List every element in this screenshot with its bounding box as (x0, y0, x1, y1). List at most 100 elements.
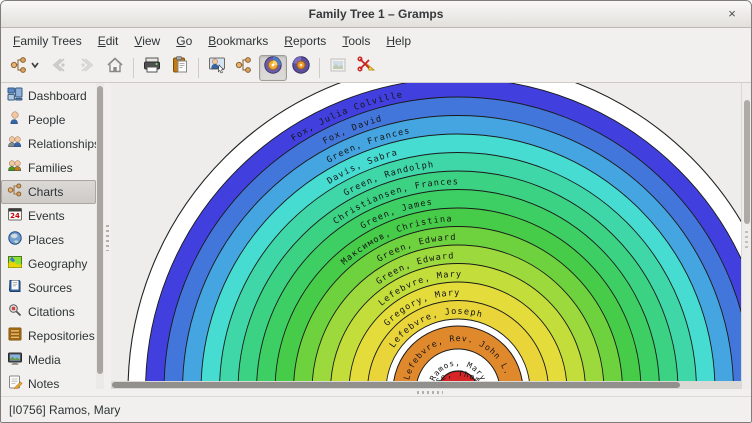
menu-family-trees[interactable]: Family Trees (5, 31, 90, 51)
main-body: Dashboard People Relationships Families Char… (1, 83, 751, 389)
vertical-scrollbar[interactable] (741, 83, 751, 389)
sidebar-item-label: Media (28, 353, 61, 367)
clipboard-button[interactable] (166, 55, 194, 81)
menu-bar: Family TreesEditViewGoBookmarksReportsTo… (1, 28, 751, 53)
sidebar-item-label: Repositories (28, 329, 95, 343)
svg-text:24: 24 (10, 212, 20, 220)
horizontal-scrollbar-thumb[interactable] (112, 382, 680, 388)
home-button[interactable] (101, 55, 129, 81)
sidebar-item-label: Places (28, 233, 64, 247)
notes-icon (7, 374, 23, 390)
right-splitter-grip-icon (745, 231, 748, 249)
families-icon (7, 158, 23, 179)
clipboard-icon (170, 55, 190, 80)
print-button[interactable] (138, 55, 166, 81)
sidebar-item-notes[interactable]: Notes (1, 372, 96, 389)
sidebar-item-families[interactable]: Families (1, 156, 96, 180)
sidebar-item-label: Notes (28, 377, 59, 389)
sidebar-item-label: Families (28, 161, 73, 175)
sidebar-item-label: Dashboard (28, 89, 87, 103)
sidebar-item-label: People (28, 113, 65, 127)
horizontal-scrollbar[interactable] (111, 381, 741, 389)
category-sidebar: Dashboard People Relationships Families Char… (1, 83, 96, 389)
back-button[interactable] (45, 55, 73, 81)
sources-icon (7, 278, 23, 299)
sidebar-item-dashboard[interactable]: Dashboard (1, 84, 96, 108)
image-button[interactable] (324, 55, 352, 81)
sidebar-item-label: Events (28, 209, 65, 223)
sidebar-item-sources[interactable]: Sources (1, 276, 96, 300)
sidebar-scrollbar-thumb[interactable] (97, 86, 103, 374)
status-bar: [I0756] Ramos, Mary (1, 396, 751, 422)
toolbar-separator (133, 58, 134, 78)
image-icon (328, 55, 348, 80)
sidebar-item-label: Relationships (28, 137, 96, 151)
sidebar-item-repositories[interactable]: Repositories (1, 324, 96, 348)
geography-icon (7, 254, 23, 275)
sidebar-item-label: Charts (28, 185, 63, 199)
scissors-icon (356, 55, 376, 80)
events-icon: 24 (7, 206, 23, 227)
person-view-icon (207, 55, 227, 80)
active-person-button[interactable] (203, 55, 231, 81)
vertical-scrollbar-thumb[interactable] (744, 100, 750, 224)
fan-chart-2way-view-button[interactable] (287, 55, 315, 81)
fan-chart-view[interactable]: Lefebvre, JosephGregory, MaryLefebvre, M… (111, 83, 741, 381)
sidebar-item-media[interactable]: Media (1, 348, 96, 372)
menu-go[interactable]: Go (168, 31, 200, 51)
forward-button[interactable] (73, 55, 101, 81)
gramps-window: Family Tree 1 – Gramps × Family TreesEdi… (0, 0, 752, 423)
media-icon (7, 350, 23, 371)
fan-chart-2-icon (291, 55, 311, 80)
family-tree-menu-button[interactable] (5, 55, 45, 81)
sidebar-scrollbar[interactable] (96, 83, 104, 389)
people-icon (7, 110, 23, 131)
pedigree-view-button[interactable] (231, 55, 259, 81)
relationships-icon (7, 134, 23, 155)
sidebar-item-charts[interactable]: Charts (1, 180, 96, 204)
sidebar-item-people[interactable]: People (1, 108, 96, 132)
toolbar (1, 53, 751, 83)
sidebar-item-label: Sources (28, 281, 72, 295)
sidebar-item-events[interactable]: 24 Events (1, 204, 96, 228)
printer-icon (142, 55, 162, 80)
citations-icon (7, 302, 23, 323)
dashboard-icon (7, 86, 23, 107)
bottom-pane-handle[interactable] (1, 389, 751, 396)
close-icon[interactable]: × (723, 5, 741, 23)
sidebar-item-relationships[interactable]: Relationships (1, 132, 96, 156)
menu-tools[interactable]: Tools (334, 31, 378, 51)
sidebar-item-label: Geography (28, 257, 87, 271)
gramps-tree-icon (10, 55, 30, 80)
menu-reports[interactable]: Reports (276, 31, 334, 51)
sidebar-item-citations[interactable]: Citations (1, 300, 96, 324)
fan-chart-icon (263, 55, 283, 80)
menu-view[interactable]: View (126, 31, 168, 51)
bottom-grip-icon (417, 391, 443, 394)
back-arrow-icon (49, 55, 69, 80)
menu-help[interactable]: Help (378, 31, 419, 51)
title-bar[interactable]: Family Tree 1 – Gramps × (1, 1, 751, 28)
places-icon (7, 230, 23, 251)
fan-chart-view-button[interactable] (259, 55, 287, 81)
toolbar-separator (319, 58, 320, 78)
status-text: [I0756] Ramos, Mary (9, 403, 120, 417)
clip-button[interactable] (352, 55, 380, 81)
pedigree-icon (235, 55, 255, 80)
sidebar-item-places[interactable]: Places (1, 228, 96, 252)
pane-splitter[interactable] (104, 83, 111, 389)
charts-icon (7, 182, 23, 203)
sidebar-item-label: Citations (28, 305, 75, 319)
menu-edit[interactable]: Edit (90, 31, 127, 51)
chevron-down-icon (30, 55, 40, 80)
window-title: Family Tree 1 – Gramps (309, 7, 444, 21)
repositories-icon (7, 326, 23, 347)
splitter-grip-icon (106, 225, 109, 251)
toolbar-separator (198, 58, 199, 78)
sidebar-item-geography[interactable]: Geography (1, 252, 96, 276)
forward-arrow-icon (77, 55, 97, 80)
chart-column: Lefebvre, JosephGregory, MaryLefebvre, M… (111, 83, 741, 389)
fan-chart-svg[interactable]: Lefebvre, JosephGregory, MaryLefebvre, M… (111, 83, 741, 381)
home-icon (105, 55, 125, 80)
menu-bookmarks[interactable]: Bookmarks (200, 31, 276, 51)
